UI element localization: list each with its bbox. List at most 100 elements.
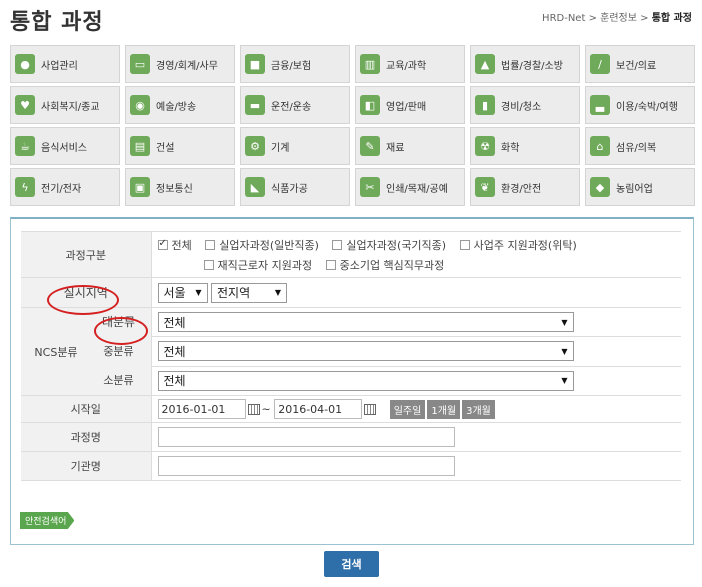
- search-panel: 과정구분 전체 실업자과정(일반직종) 실업자과정(국기직종) 사업주 지원과정…: [10, 217, 694, 545]
- start-date-to-input[interactable]: 2016-04-01: [274, 399, 363, 419]
- category-sales[interactable]: ◧ 영업/판매: [355, 86, 465, 124]
- course-type-sme-core-checkbox[interactable]: 중소기업 핵심직무과정: [325, 257, 444, 273]
- category-label: 농림어업: [616, 183, 653, 195]
- category-security-cleaning[interactable]: ▮ 경비/청소: [470, 86, 580, 124]
- course-type-employee-checkbox[interactable]: 재직근로자 지원과정: [203, 257, 312, 273]
- syringe-icon: /: [590, 54, 610, 74]
- category-label: 교육/과학: [386, 60, 427, 72]
- category-electric-electronic[interactable]: ϟ 전기/전자: [10, 168, 120, 206]
- checkbox-label: 실업자과정(국기직종): [346, 238, 447, 252]
- institution-input[interactable]: [157, 456, 455, 476]
- category-label: 법률/경찰/소방: [501, 60, 563, 72]
- category-environment-safety[interactable]: ❦ 환경/안전: [470, 168, 580, 206]
- cup-icon: ☕: [15, 136, 35, 156]
- category-agriculture-fishery[interactable]: ◆ 농림어업: [585, 168, 695, 206]
- course-name-label: 과정명: [21, 422, 152, 452]
- course-type-label: 과정구분: [21, 231, 152, 278]
- date-range-tilde: ~: [261, 402, 271, 416]
- search-form-table: 과정구분 전체 실업자과정(일반직종) 실업자과정(국기직종) 사업주 지원과정…: [21, 231, 681, 481]
- guard-icon: ▮: [475, 95, 495, 115]
- category-food-processing[interactable]: ◣ 식품가공: [240, 168, 350, 206]
- ncs-minor-select[interactable]: 전체 ▼: [157, 370, 574, 391]
- course-type-employer-consignment-checkbox[interactable]: 사업주 지원과정(위탁): [459, 237, 577, 253]
- course-name-input[interactable]: [157, 427, 455, 447]
- category-beauty-lodging-travel[interactable]: ▃ 이용/숙박/여행: [585, 86, 695, 124]
- category-driving-transport[interactable]: ▬ 운전/운송: [240, 86, 350, 124]
- category-law-police-fire[interactable]: ▲ 법률/경찰/소방: [470, 45, 580, 83]
- checkbox-checked-icon: [157, 238, 168, 250]
- ncs-major-select[interactable]: 전체 ▼: [157, 312, 574, 333]
- region-city-select[interactable]: 서울 ▼: [157, 282, 208, 303]
- category-health-medical[interactable]: / 보건/의료: [585, 45, 695, 83]
- checkbox-label: 사업주 지원과정(위탁): [473, 238, 577, 252]
- category-printing-wood-craft[interactable]: ✂ 인쇄/목재/공예: [355, 168, 465, 206]
- ncs-major-value: 전체: [163, 315, 186, 330]
- category-label: 화학: [501, 142, 520, 154]
- category-finance-insurance[interactable]: ■ 금융/보험: [240, 45, 350, 83]
- one-week-button[interactable]: 일주일: [389, 400, 426, 419]
- person-icon: ●: [15, 54, 35, 74]
- category-textile-clothing[interactable]: ⌂ 섬유/의복: [585, 127, 695, 165]
- tool-icon: ✎: [360, 136, 380, 156]
- chevron-down-icon: ▼: [561, 317, 568, 327]
- start-date-from-input[interactable]: 2016-01-01: [157, 399, 246, 419]
- breadcrumb: HRD-Net > 훈련정보 > 통합 과정: [542, 13, 692, 24]
- region-selectors: 서울 ▼ 전지역 ▼: [151, 277, 681, 308]
- checkbox-label: 실업자과정(일반직종): [219, 238, 319, 252]
- category-social-welfare[interactable]: ♥ 사회복지/종교: [10, 86, 120, 124]
- sales-icon: ◧: [360, 95, 380, 115]
- ncs-minor-label: 소분류: [103, 374, 134, 387]
- checkbox-icon: [459, 239, 470, 250]
- category-machinery[interactable]: ⚙ 기계: [240, 127, 350, 165]
- lightning-icon: ϟ: [15, 177, 35, 197]
- category-construction[interactable]: ▤ 건설: [125, 127, 235, 165]
- gavel-icon: ▲: [475, 54, 495, 74]
- heart-icon: ♥: [15, 95, 35, 115]
- calendar-icon[interactable]: [247, 404, 260, 415]
- category-information-communication[interactable]: ▣ 정보통신: [125, 168, 235, 206]
- bed-icon: ▃: [590, 95, 610, 115]
- checkbox-icon: [205, 239, 216, 250]
- start-date-label: 시작일: [21, 395, 152, 423]
- course-type-options: 전체 실업자과정(일반직종) 실업자과정(국기직종) 사업주 지원과정(위탁) …: [151, 231, 681, 278]
- leaf-icon: ❦: [475, 177, 495, 197]
- category-food-service[interactable]: ☕ 음식서비스: [10, 127, 120, 165]
- three-month-button[interactable]: 3개월: [462, 400, 495, 419]
- category-materials[interactable]: ✎ 재료: [355, 127, 465, 165]
- region-district-select[interactable]: 전지역 ▼: [211, 282, 287, 303]
- category-education-science[interactable]: ▥ 교육/과학: [355, 45, 465, 83]
- category-art-broadcast[interactable]: ◉ 예술/방송: [125, 86, 235, 124]
- category-label: 섬유/의복: [616, 142, 657, 154]
- ncs-middle-value: 전체: [163, 344, 186, 359]
- breadcrumb-home[interactable]: HRD-Net: [542, 13, 585, 24]
- category-label: 인쇄/목재/공예: [386, 183, 448, 195]
- category-label: 식품가공: [271, 183, 308, 195]
- clipboard-icon: ▤: [130, 136, 150, 156]
- category-label: 보건/의료: [616, 60, 657, 72]
- gear-icon: ⚙: [245, 136, 265, 156]
- camera-icon: ◉: [130, 95, 150, 115]
- one-month-button[interactable]: 1개월: [427, 400, 461, 419]
- chevron-down-icon: ▼: [195, 288, 202, 297]
- ncs-main-label: NCS분류: [34, 345, 78, 359]
- category-management-accounting[interactable]: ▭ 경영/회계/사무: [125, 45, 235, 83]
- breadcrumb-section[interactable]: 훈련정보: [600, 13, 637, 24]
- category-chemistry[interactable]: ☢ 화학: [470, 127, 580, 165]
- books-icon: ▥: [360, 54, 380, 74]
- course-type-all-checkbox[interactable]: 전체: [157, 237, 192, 253]
- ncs-middle-select[interactable]: 전체 ▼: [157, 341, 574, 362]
- calendar-icon[interactable]: [364, 404, 377, 415]
- advanced-search-tag[interactable]: 안전검색어: [20, 512, 75, 529]
- course-type-unemployed-national-checkbox[interactable]: 실업자과정(국기직종): [332, 237, 446, 253]
- category-label: 영업/판매: [386, 101, 427, 113]
- category-business-management[interactable]: ● 사업관리: [10, 45, 120, 83]
- course-type-unemployed-general-checkbox[interactable]: 실업자과정(일반직종): [205, 237, 319, 253]
- start-date-range: 2016-01-01 ~ 2016-04-01 일주일 1개월 3개월: [151, 395, 681, 423]
- category-label: 환경/안전: [501, 183, 542, 195]
- ncs-middle-label: 중분류: [103, 345, 134, 358]
- computer-icon: ▣: [130, 177, 150, 197]
- fish-icon: ◆: [590, 177, 610, 197]
- search-button[interactable]: 검색: [324, 551, 379, 577]
- ncs-label: NCS분류 대분류 중분류 소분류: [21, 307, 152, 396]
- ncs-minor-value: 전체: [163, 374, 186, 389]
